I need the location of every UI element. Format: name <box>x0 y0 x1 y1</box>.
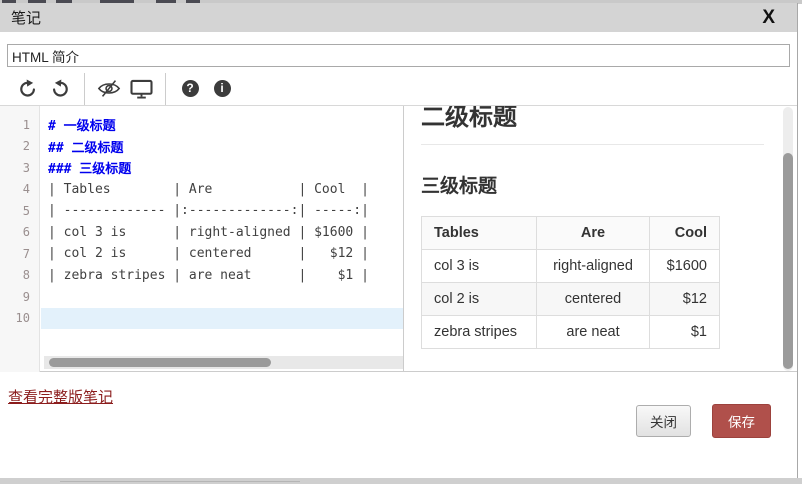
view-full-note-link[interactable]: 查看完整版笔记 <box>8 386 113 407</box>
background-fragment <box>60 481 300 482</box>
table-row: zebra stripes are neat $1 <box>422 316 720 349</box>
dialog-title: 笔记 <box>11 7 41 28</box>
table-cell: $1600 <box>650 250 720 283</box>
table-cell: $12 <box>650 283 720 316</box>
dialog-titlebar: 笔记 X <box>0 3 797 32</box>
editor-toolbar: ? i <box>0 72 797 106</box>
table-row: col 2 is centered $12 <box>422 283 720 316</box>
redo-button[interactable] <box>44 75 76 103</box>
editor-line[interactable]: 6 | col 3 is | right-aligned | $1600 | <box>0 222 403 244</box>
line-number: 6 <box>0 225 41 239</box>
table-cell: zebra stripes <box>422 316 537 349</box>
line-text: ### 三级标题 <box>41 158 131 177</box>
table-header-cell: Are <box>537 217 650 250</box>
redo-icon <box>50 79 70 99</box>
editor-line[interactable]: 3 ### 三级标题 <box>0 157 403 179</box>
table-cell: col 2 is <box>422 283 537 316</box>
line-number: 8 <box>0 268 41 282</box>
markdown-preview-pane: 二级标题 三级标题 Tables Are Cool col 3 is right… <box>405 106 780 371</box>
close-button[interactable]: 关闭 <box>636 405 691 437</box>
editor-line[interactable]: 2 ## 二级标题 <box>0 136 403 158</box>
preview-scrollbar-track[interactable] <box>783 107 793 371</box>
line-text: | col 2 is | centered | $12 | <box>41 246 369 261</box>
help-button[interactable]: ? <box>174 75 206 103</box>
editor-line[interactable]: 4 | Tables | Are | Cool | <box>0 179 403 201</box>
preview-heading-3: 三级标题 <box>421 171 780 198</box>
line-number: 4 <box>0 182 41 196</box>
table-cell: right-aligned <box>537 250 650 283</box>
table-row: col 3 is right-aligned $1600 <box>422 250 720 283</box>
line-text: ## 二级标题 <box>41 137 123 156</box>
preview-heading-2: 二级标题 <box>421 106 764 145</box>
horizontal-scrollbar-thumb[interactable] <box>49 358 271 367</box>
close-icon[interactable]: X <box>762 8 775 27</box>
markdown-code-editor[interactable]: 1 # 一级标题 2 ## 二级标题 3 ### 三级标题 4 | Tables… <box>0 106 404 372</box>
monitor-icon <box>130 79 153 99</box>
code-lines: 1 # 一级标题 2 ## 二级标题 3 ### 三级标题 4 | Tables… <box>0 106 403 329</box>
undo-button[interactable] <box>12 75 44 103</box>
line-number: 2 <box>0 139 41 153</box>
table-cell: centered <box>537 283 650 316</box>
note-title-input[interactable] <box>7 44 790 67</box>
dialog-border <box>797 3 798 478</box>
background-page-bottom <box>0 478 802 484</box>
table-header-cell: Tables <box>422 217 537 250</box>
editor-line[interactable]: 5 | ------------- |:-------------:| ----… <box>0 200 403 222</box>
table-cell: are neat <box>537 316 650 349</box>
preview-scrollbar-thumb[interactable] <box>783 153 793 369</box>
line-text: | Tables | Are | Cool | <box>41 182 369 197</box>
table-header-cell: Cool <box>650 217 720 250</box>
preview-table: Tables Are Cool col 3 is right-aligned $… <box>421 216 720 349</box>
line-number: 5 <box>0 204 41 218</box>
toolbar-separator <box>165 73 166 105</box>
display-mode-button[interactable] <box>125 75 157 103</box>
info-button[interactable]: i <box>206 75 238 103</box>
table-cell: $1 <box>650 316 720 349</box>
line-text: | zebra stripes | are neat | $1 | <box>41 268 369 283</box>
horizontal-scrollbar-track[interactable] <box>44 356 403 369</box>
editor-line-active[interactable]: 10 <box>0 308 403 330</box>
line-text: # 一级标题 <box>41 115 116 134</box>
undo-icon <box>18 79 38 99</box>
editor-line[interactable]: 9 <box>0 286 403 308</box>
note-editor-dialog: 笔记 X <box>0 0 802 484</box>
editor-workarea: 1 # 一级标题 2 ## 二级标题 3 ### 三级标题 4 | Tables… <box>0 106 797 372</box>
table-header-row: Tables Are Cool <box>422 217 720 250</box>
line-number: 3 <box>0 161 41 175</box>
toolbar-separator <box>84 73 85 105</box>
editor-line[interactable]: 7 | col 2 is | centered | $12 | <box>0 243 403 265</box>
info-icon: i <box>214 80 231 97</box>
line-number: 10 <box>0 311 41 325</box>
line-number: 9 <box>0 290 41 304</box>
line-number: 1 <box>0 118 41 132</box>
line-text: | ------------- |:-------------:| -----:… <box>41 203 369 218</box>
line-text: | col 3 is | right-aligned | $1600 | <box>41 225 369 240</box>
table-cell: col 3 is <box>422 250 537 283</box>
editor-line[interactable]: 8 | zebra stripes | are neat | $1 | <box>0 265 403 287</box>
help-icon: ? <box>182 80 199 97</box>
hide-preview-button[interactable] <box>93 75 125 103</box>
save-button[interactable]: 保存 <box>712 404 771 438</box>
eye-slash-icon <box>97 79 121 98</box>
line-number: 7 <box>0 247 41 261</box>
editor-line[interactable]: 1 # 一级标题 <box>0 114 403 136</box>
dialog-footer-buttons: 关闭 保存 <box>636 404 771 438</box>
